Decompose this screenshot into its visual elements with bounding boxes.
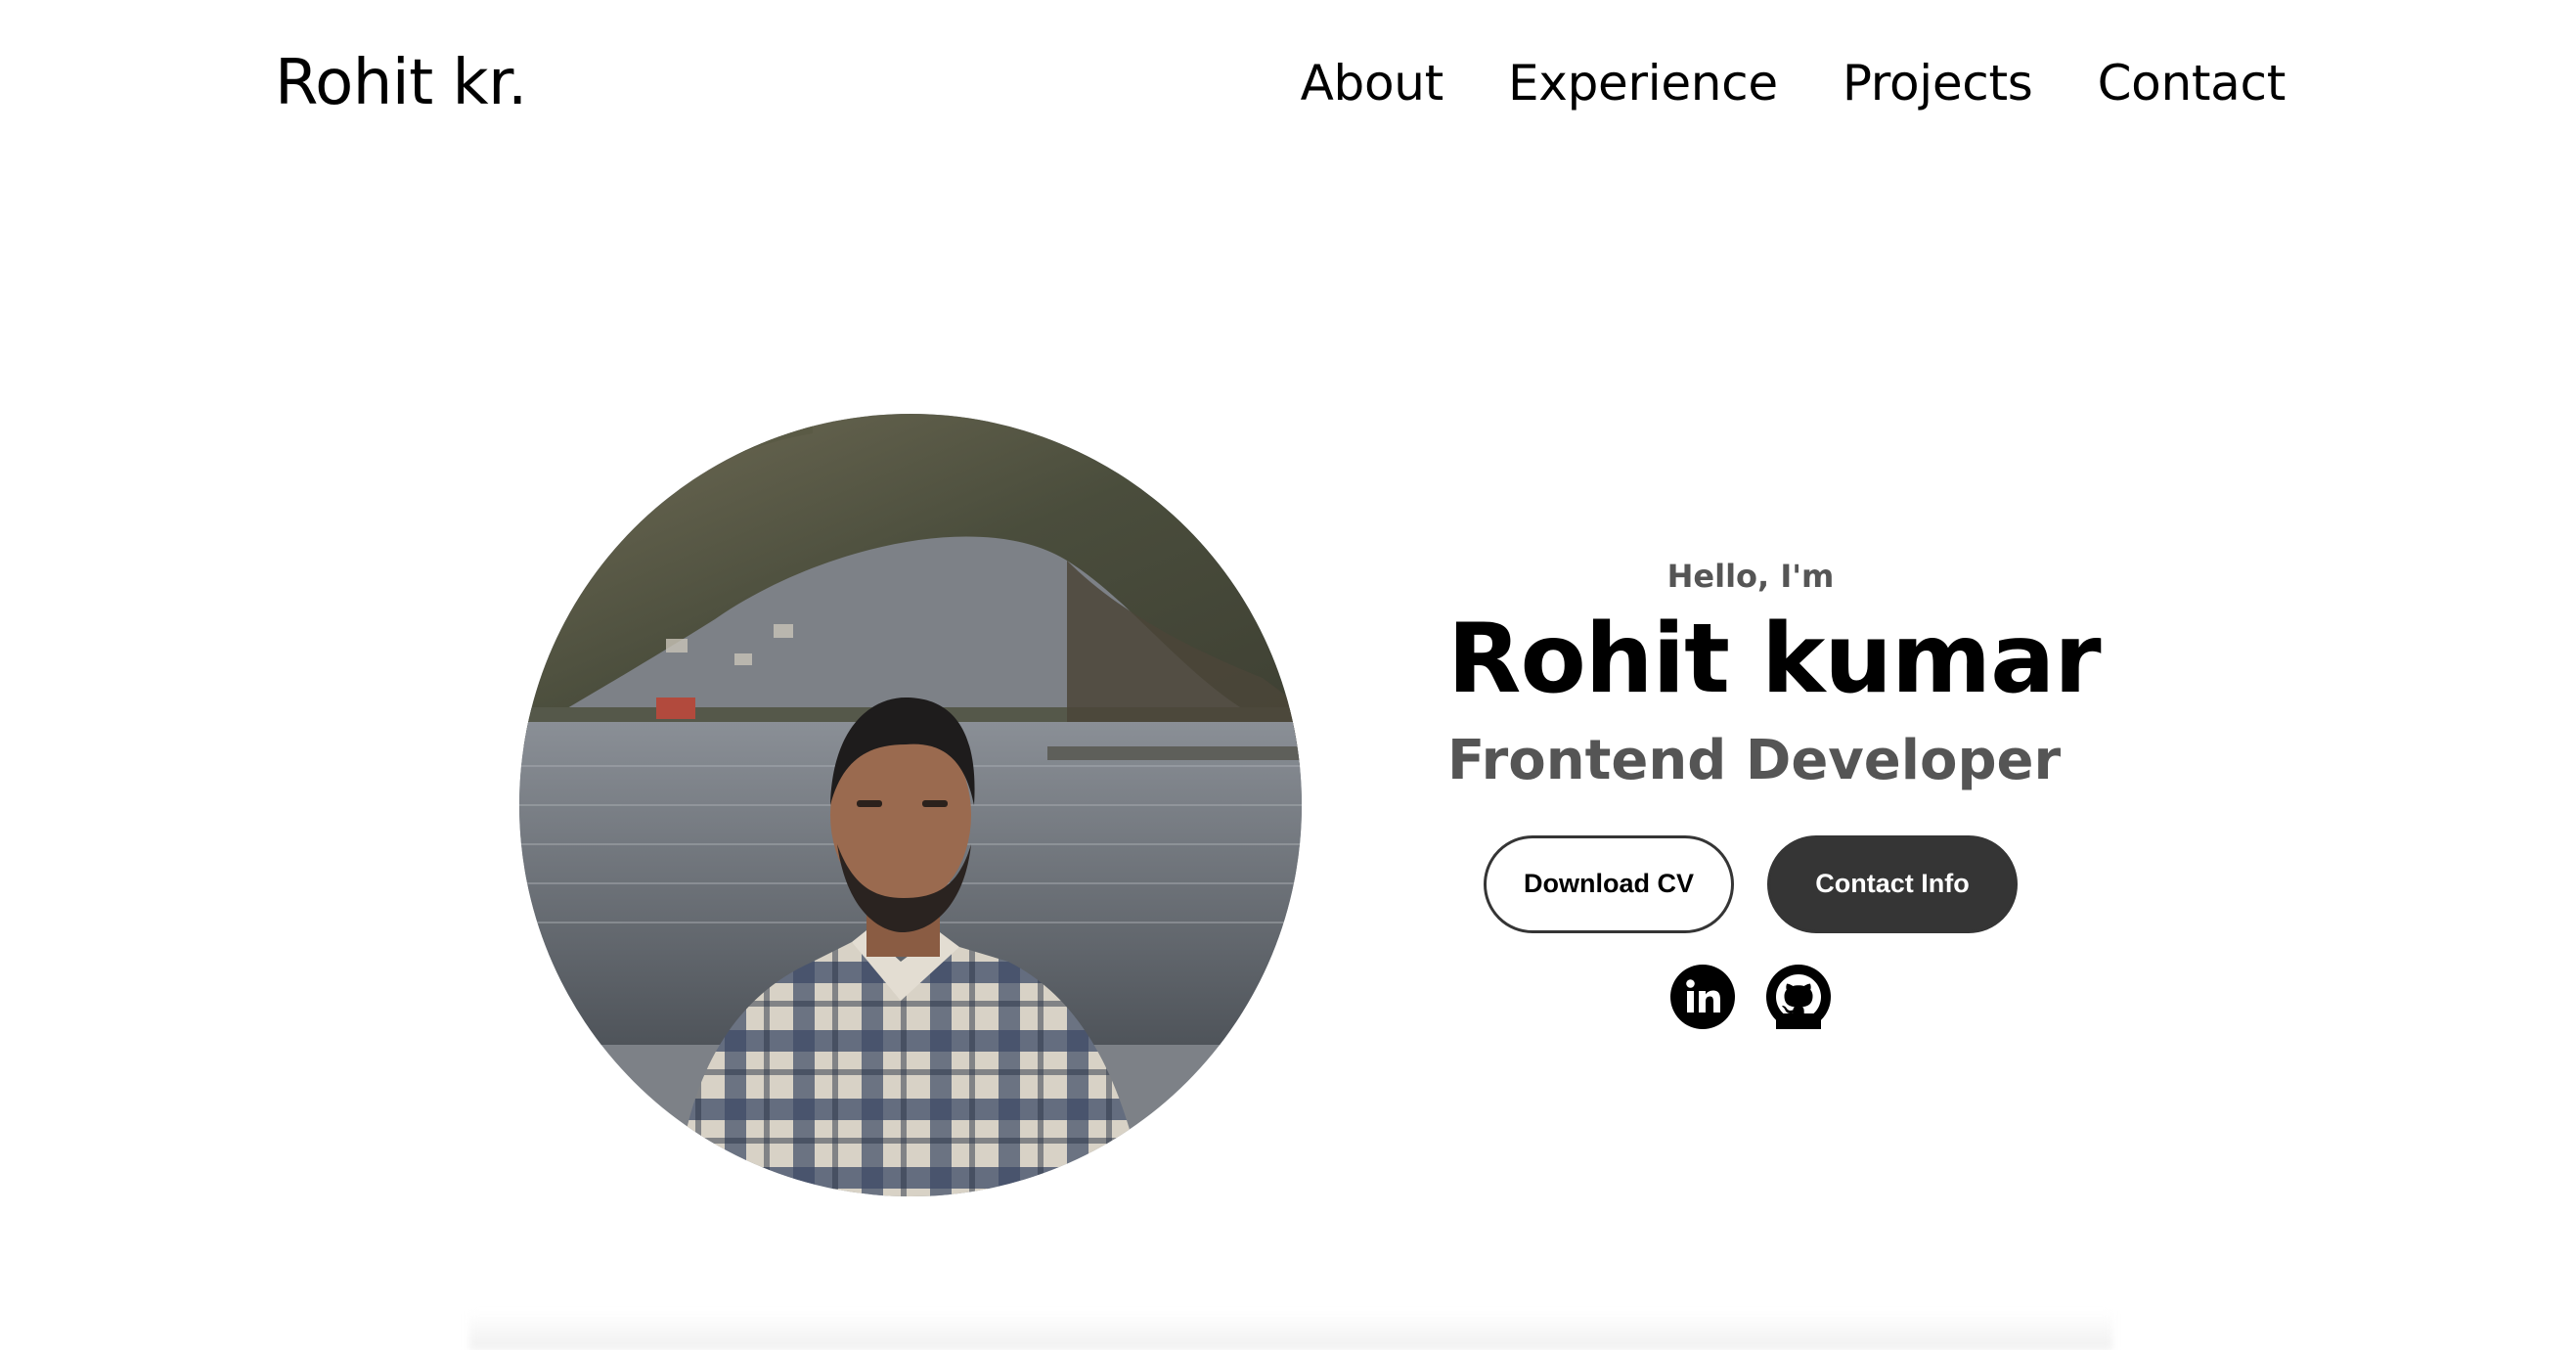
- linkedin-icon[interactable]: [1670, 964, 1735, 1029]
- site-logo[interactable]: Rohit kr.: [275, 47, 527, 119]
- profile-name: Rohit kumar: [1447, 604, 2102, 715]
- profile-role: Frontend Developer: [1447, 728, 2062, 792]
- intro-block: Hello, I'm Rohit kumar Frontend Develope…: [1447, 558, 2102, 1029]
- profile-photo-illustration: [519, 414, 1302, 1196]
- nav-link-projects[interactable]: Projects: [1843, 55, 2033, 112]
- next-section-shadow: [469, 1311, 2112, 1350]
- social-links: [1447, 964, 2054, 1029]
- github-icon[interactable]: [1766, 964, 1831, 1029]
- download-cv-button[interactable]: Download CV: [1484, 834, 1734, 933]
- nav-link-about[interactable]: About: [1301, 55, 1444, 112]
- profile-photo: [519, 414, 1302, 1196]
- greeting-text: Hello, I'm: [1666, 558, 1835, 595]
- main-nav: About Experience Projects Contact: [1301, 55, 2287, 112]
- nav-link-experience[interactable]: Experience: [1508, 55, 1778, 112]
- contact-info-button[interactable]: Contact Info: [1767, 834, 2018, 933]
- action-buttons: Download CV Contact Info: [1447, 834, 2054, 933]
- nav-link-contact[interactable]: Contact: [2098, 55, 2287, 112]
